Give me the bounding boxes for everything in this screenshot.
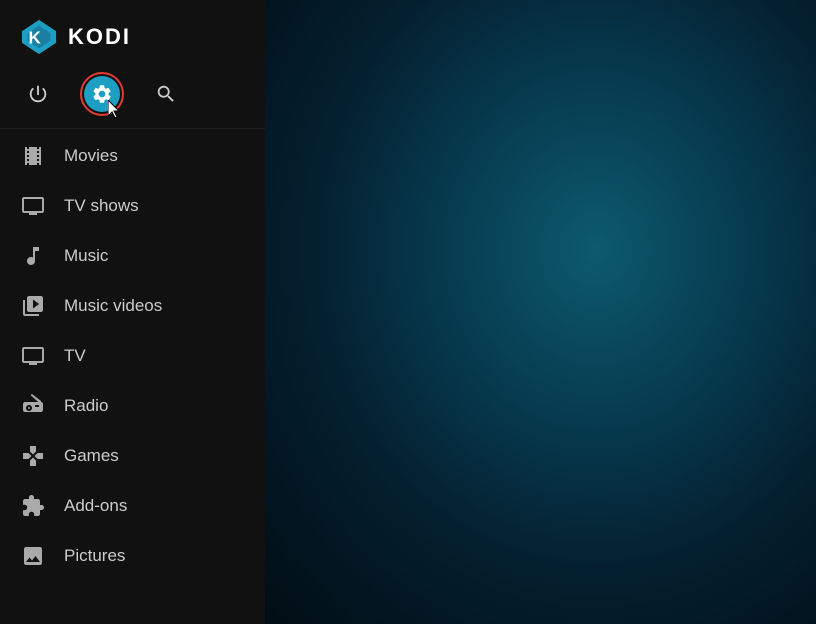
sidebar-item-music[interactable]: Music xyxy=(0,231,265,281)
search-button[interactable] xyxy=(148,76,184,112)
sidebar-item-tv-shows[interactable]: TV shows xyxy=(0,181,265,231)
radio-label: Radio xyxy=(64,396,108,416)
power-icon xyxy=(27,83,49,105)
settings-button[interactable] xyxy=(84,76,120,112)
tv-icon xyxy=(20,343,46,369)
music-label: Music xyxy=(64,246,108,266)
main-content xyxy=(265,0,816,624)
search-icon xyxy=(155,83,177,105)
music-videos-label: Music videos xyxy=(64,296,162,316)
add-ons-label: Add-ons xyxy=(64,496,127,516)
sidebar-item-tv[interactable]: TV xyxy=(0,331,265,381)
top-icons-bar xyxy=(0,70,265,126)
app-title: KODI xyxy=(68,24,131,50)
sidebar-item-radio[interactable]: Radio xyxy=(0,381,265,431)
sidebar: K KODI xyxy=(0,0,265,624)
settings-gear-icon xyxy=(91,83,113,105)
pictures-icon xyxy=(20,543,46,569)
games-icon xyxy=(20,443,46,469)
radio-icon xyxy=(20,393,46,419)
music-videos-icon xyxy=(20,293,46,319)
logo-area: K KODI xyxy=(0,0,265,70)
nav-list: Movies TV shows Music Music videos xyxy=(0,131,265,624)
tv-shows-label: TV shows xyxy=(64,196,139,216)
sidebar-item-games[interactable]: Games xyxy=(0,431,265,481)
tv-label: TV xyxy=(64,346,86,366)
sidebar-divider xyxy=(0,128,265,129)
games-label: Games xyxy=(64,446,119,466)
sidebar-item-music-videos[interactable]: Music videos xyxy=(0,281,265,331)
svg-text:K: K xyxy=(29,29,42,48)
music-icon xyxy=(20,243,46,269)
movies-icon xyxy=(20,143,46,169)
kodi-logo-icon: K xyxy=(20,18,58,56)
sidebar-item-movies[interactable]: Movies xyxy=(0,131,265,181)
sidebar-item-add-ons[interactable]: Add-ons xyxy=(0,481,265,531)
tv-shows-icon xyxy=(20,193,46,219)
movies-label: Movies xyxy=(64,146,118,166)
power-button[interactable] xyxy=(20,76,56,112)
add-ons-icon xyxy=(20,493,46,519)
sidebar-item-pictures[interactable]: Pictures xyxy=(0,531,265,581)
pictures-label: Pictures xyxy=(64,546,125,566)
